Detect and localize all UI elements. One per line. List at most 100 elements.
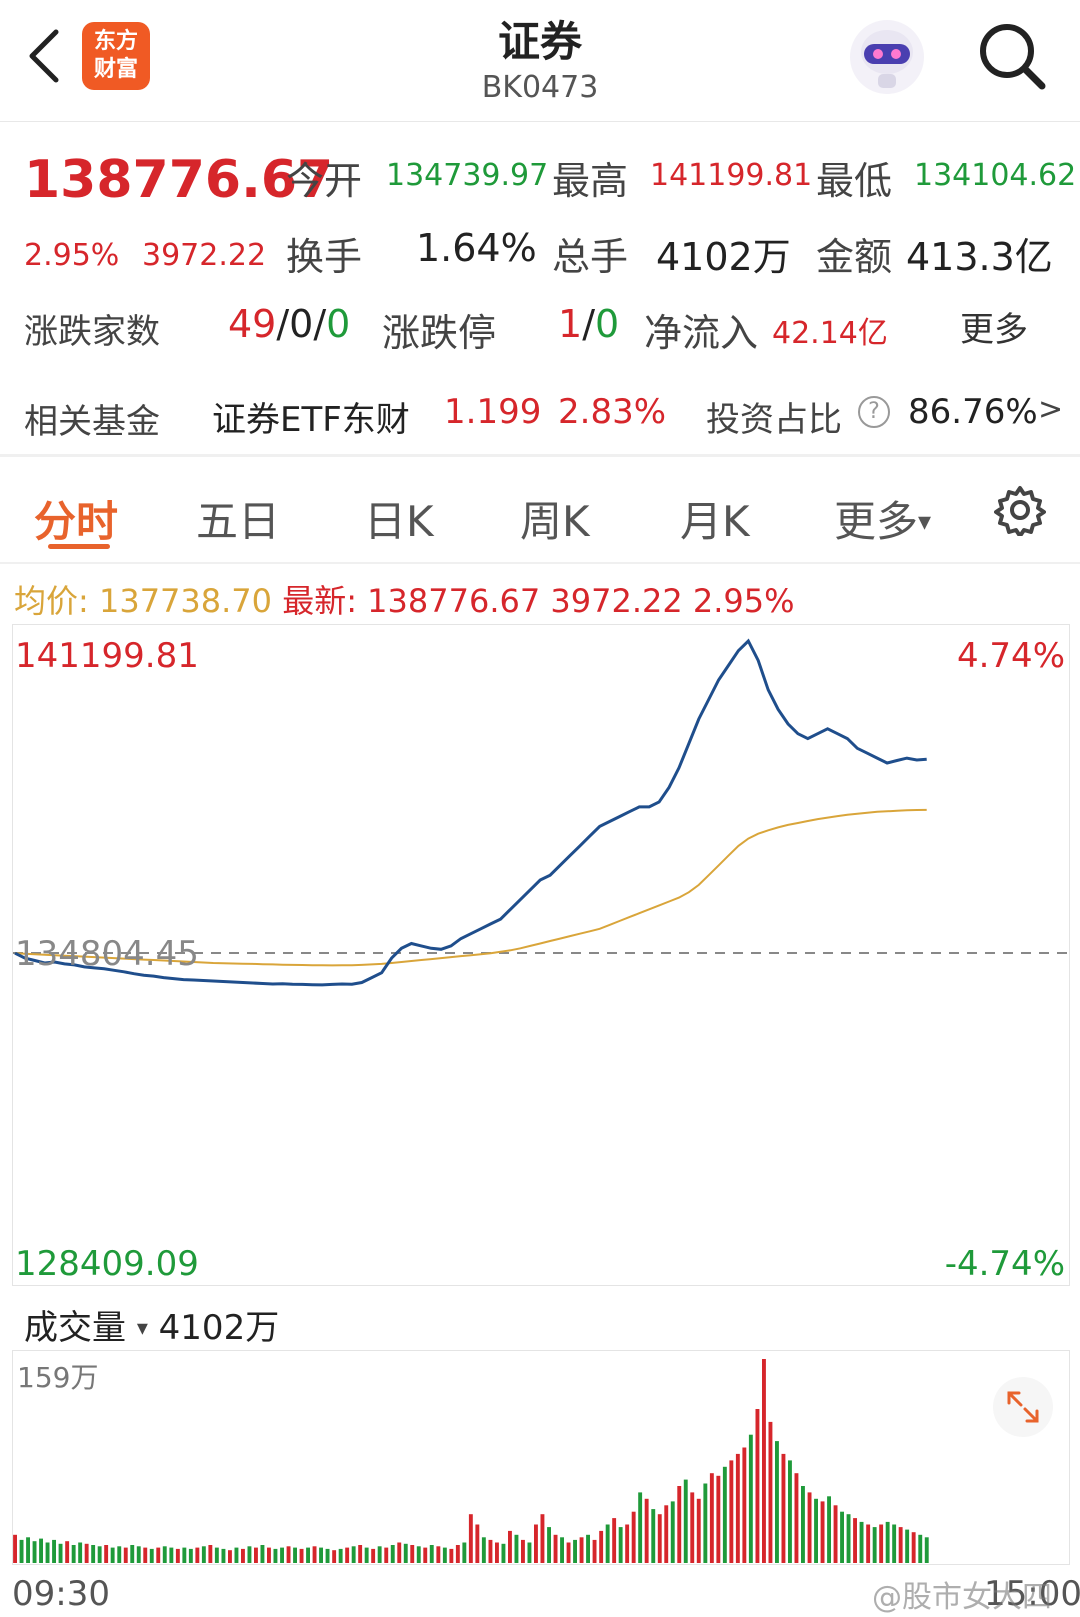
volume-bar	[371, 1548, 376, 1563]
volume-bar	[762, 1359, 766, 1563]
expand-icon[interactable]	[993, 1377, 1053, 1437]
volume-bar	[136, 1546, 141, 1563]
volume-bar	[169, 1547, 174, 1563]
volume-bar	[208, 1545, 213, 1563]
amount-label: 金额	[816, 235, 893, 279]
volume-bar	[573, 1539, 577, 1563]
volume-chart[interactable]: 159万	[12, 1350, 1070, 1565]
advancers-count: 49	[228, 302, 277, 346]
volume-bar	[918, 1534, 923, 1563]
low-value: 134104.62	[914, 158, 1077, 193]
advance-decline-values: 49/0/0	[228, 302, 350, 346]
volume-bar	[690, 1492, 695, 1563]
volume-bar	[592, 1539, 597, 1563]
volume-bar	[319, 1547, 323, 1563]
pct-axis-top-label: 4.74%	[957, 636, 1065, 676]
turnover-label: 换手	[286, 235, 363, 279]
volume-bar	[123, 1547, 128, 1563]
volume-bar	[540, 1514, 545, 1563]
tab-five-day[interactable]: 五日	[196, 488, 280, 549]
y-axis-bottom-label: 128409.09	[15, 1244, 199, 1284]
time-start-label: 09:30	[12, 1574, 110, 1614]
volume-bar	[39, 1538, 43, 1563]
volume-bar	[495, 1542, 499, 1563]
volume-bar	[905, 1529, 910, 1563]
latest-pct: 2.95%	[692, 582, 795, 620]
volume-max-label: 159万	[17, 1361, 98, 1394]
volume-bar	[468, 1514, 473, 1563]
investment-ratio-label: 投资占比	[706, 400, 842, 440]
volume-bar	[924, 1537, 929, 1563]
expand-arrows-icon	[1007, 1391, 1039, 1423]
volume-header[interactable]: 成交量 ▾ 4102万	[24, 1300, 279, 1349]
section-divider	[0, 562, 1080, 564]
volume-header-total: 4102万	[158, 1308, 280, 1348]
separator: /	[582, 302, 595, 346]
volume-bar	[683, 1479, 688, 1563]
volume-bar	[801, 1486, 805, 1563]
volume-bar	[52, 1539, 56, 1563]
y-axis-mid-label: 134804.45	[15, 934, 199, 974]
tab-daily-k[interactable]: 日K	[364, 488, 434, 549]
volume-bar	[254, 1547, 258, 1563]
volume-bar	[306, 1547, 310, 1563]
volume-bar	[481, 1537, 486, 1563]
volume-bar	[377, 1546, 382, 1563]
volume-bar	[722, 1466, 727, 1563]
volume-bar	[657, 1514, 662, 1563]
volume-bar	[781, 1453, 786, 1563]
volume-bar	[293, 1547, 297, 1563]
volume-bar	[631, 1511, 636, 1563]
volume-bar	[241, 1548, 245, 1563]
volume-bar	[436, 1546, 441, 1563]
change-percent: 2.95%	[24, 238, 120, 273]
volume-bar	[501, 1543, 506, 1563]
watermark: @股市女大四	[872, 1580, 1052, 1615]
advance-decline-label: 涨跌家数	[24, 312, 160, 352]
volume-bar	[312, 1546, 317, 1563]
volume-bar	[794, 1473, 799, 1563]
volume-bar	[91, 1545, 96, 1563]
volume-bar	[775, 1441, 779, 1563]
volume-bar	[214, 1547, 219, 1563]
volume-bar	[885, 1521, 890, 1563]
volume-bar	[156, 1547, 161, 1563]
tab-weekly-k[interactable]: 周K	[520, 488, 590, 549]
more-quote-button[interactable]: 更多	[960, 302, 1028, 351]
volume-bar	[735, 1453, 740, 1563]
volume-bar	[488, 1539, 493, 1563]
volume-bar	[462, 1542, 467, 1563]
volume-bar	[228, 1550, 232, 1563]
related-fund-row[interactable]: 证券ETF东财 1.199 2.83% 投资占比 ? 86.76% >	[212, 390, 1068, 440]
volume-bar	[644, 1498, 649, 1563]
volume-bar	[768, 1421, 773, 1563]
settings-gear-icon[interactable]	[994, 484, 1046, 536]
related-fund-label: 相关基金	[24, 402, 160, 442]
tab-more[interactable]: 更多▾	[834, 488, 931, 549]
volume-bar	[195, 1547, 200, 1563]
volume-bar	[32, 1541, 37, 1563]
tab-more-label: 更多	[834, 497, 919, 546]
assistant-robot-icon[interactable]	[848, 18, 926, 96]
search-icon[interactable]	[976, 20, 1048, 92]
volume-bar	[807, 1492, 812, 1563]
volume-bar	[579, 1537, 584, 1563]
volume-bar	[638, 1492, 643, 1563]
volume-bar	[703, 1483, 708, 1563]
volume-bar	[859, 1521, 864, 1563]
volume-bars	[13, 1359, 929, 1563]
volume-bar	[423, 1547, 428, 1563]
volume-bar	[677, 1486, 682, 1563]
volume-bar	[149, 1548, 154, 1563]
volume-bar	[696, 1498, 701, 1563]
tab-intraday[interactable]: 分时	[34, 488, 118, 549]
help-icon[interactable]: ?	[858, 396, 890, 428]
intraday-chart[interactable]: 141199.81 134804.45 128409.09 4.74% -4.7…	[12, 624, 1071, 1286]
tab-monthly-k[interactable]: 月K	[680, 488, 750, 549]
open-label: 今开	[286, 159, 363, 203]
volume-bar	[651, 1509, 656, 1563]
amount-value: 413.3亿	[906, 235, 1053, 279]
volume-bar	[143, 1547, 148, 1563]
volume-bar	[755, 1409, 760, 1563]
volume-bar	[748, 1434, 753, 1563]
